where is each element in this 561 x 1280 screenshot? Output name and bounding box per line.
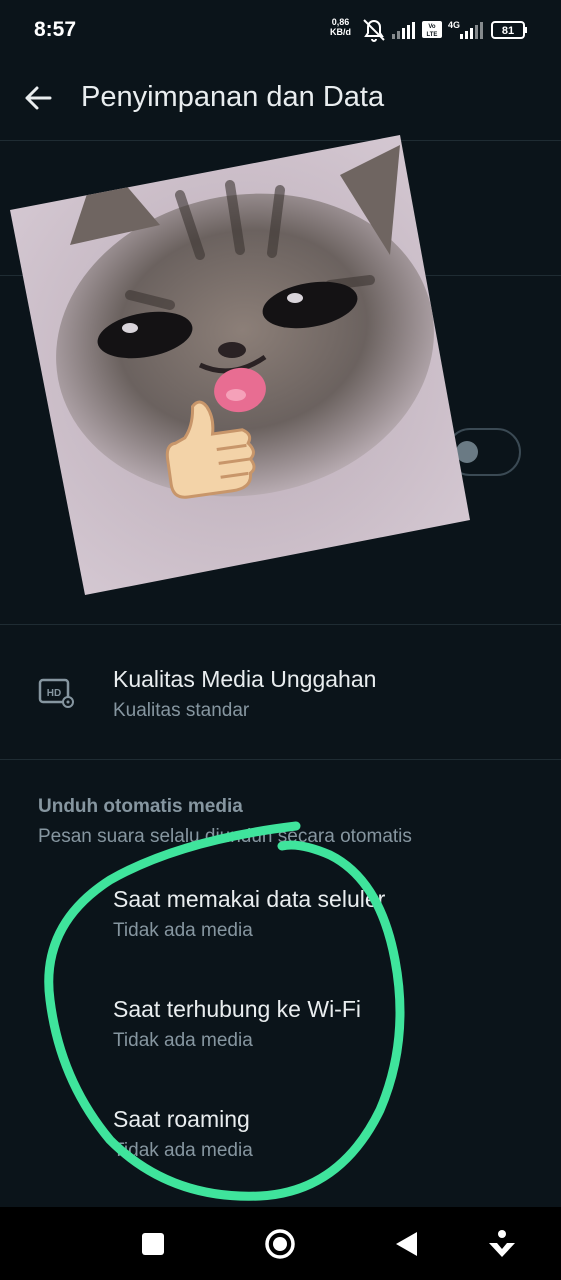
back-arrow-icon[interactable] — [20, 80, 56, 116]
mute-bell-icon — [363, 19, 385, 42]
hd-icon-label: HD — [47, 688, 61, 699]
volte-icon: Vo LTE — [422, 21, 442, 38]
square-icon[interactable] — [136, 1227, 170, 1261]
media-quality-title: Kualitas Media Unggahan — [113, 666, 377, 692]
back-triangle-icon[interactable] — [390, 1227, 424, 1261]
battery-icon: 81 — [491, 21, 527, 39]
auto-download-note: Pesan suara selalu diunduh secara otomat… — [38, 826, 412, 847]
roaming-subtitle: Tidak ada media — [113, 1140, 253, 1161]
network-type-label: 4G — [448, 20, 460, 30]
wifi-subtitle: Tidak ada media — [113, 1030, 253, 1051]
roaming-title: Saat roaming — [113, 1106, 250, 1132]
battery-level: 81 — [502, 25, 514, 37]
volte-label-bottom: LTE — [427, 32, 438, 38]
mobile-data-subtitle: Tidak ada media — [113, 920, 253, 941]
auto-download-heading: Unduh otomatis media — [38, 796, 243, 817]
accessibility-icon[interactable] — [485, 1227, 519, 1261]
volte-label-top: Vo — [428, 24, 436, 30]
status-icons: Vo LTE 4G 81 — [363, 19, 527, 42]
hd-settings-icon: HD — [38, 678, 74, 708]
app-bar: Penyimpanan dan Data — [0, 62, 561, 138]
page-title: Penyimpanan dan Data — [81, 81, 385, 113]
navigation-bar — [0, 1207, 561, 1280]
signal-icon — [392, 22, 415, 39]
network-speed: 0,86 KB/d — [330, 17, 351, 37]
network-speed-unit: KB/d — [330, 27, 351, 37]
cat-sticker-image — [10, 135, 470, 595]
divider — [0, 759, 561, 760]
wifi-title: Saat terhubung ke Wi-Fi — [113, 996, 362, 1022]
home-circle-icon[interactable] — [263, 1227, 297, 1261]
network-speed-value: 0,86 — [331, 17, 350, 27]
status-bar: 8:57 0,86 KB/d Vo LTE 4G 81 — [0, 0, 561, 62]
mobile-data-title: Saat memakai data seluler — [113, 886, 386, 912]
signal-icon-2 — [460, 22, 483, 39]
media-quality-subtitle: Kualitas standar — [113, 700, 250, 721]
divider — [0, 624, 561, 625]
status-time: 8:57 — [34, 18, 77, 41]
